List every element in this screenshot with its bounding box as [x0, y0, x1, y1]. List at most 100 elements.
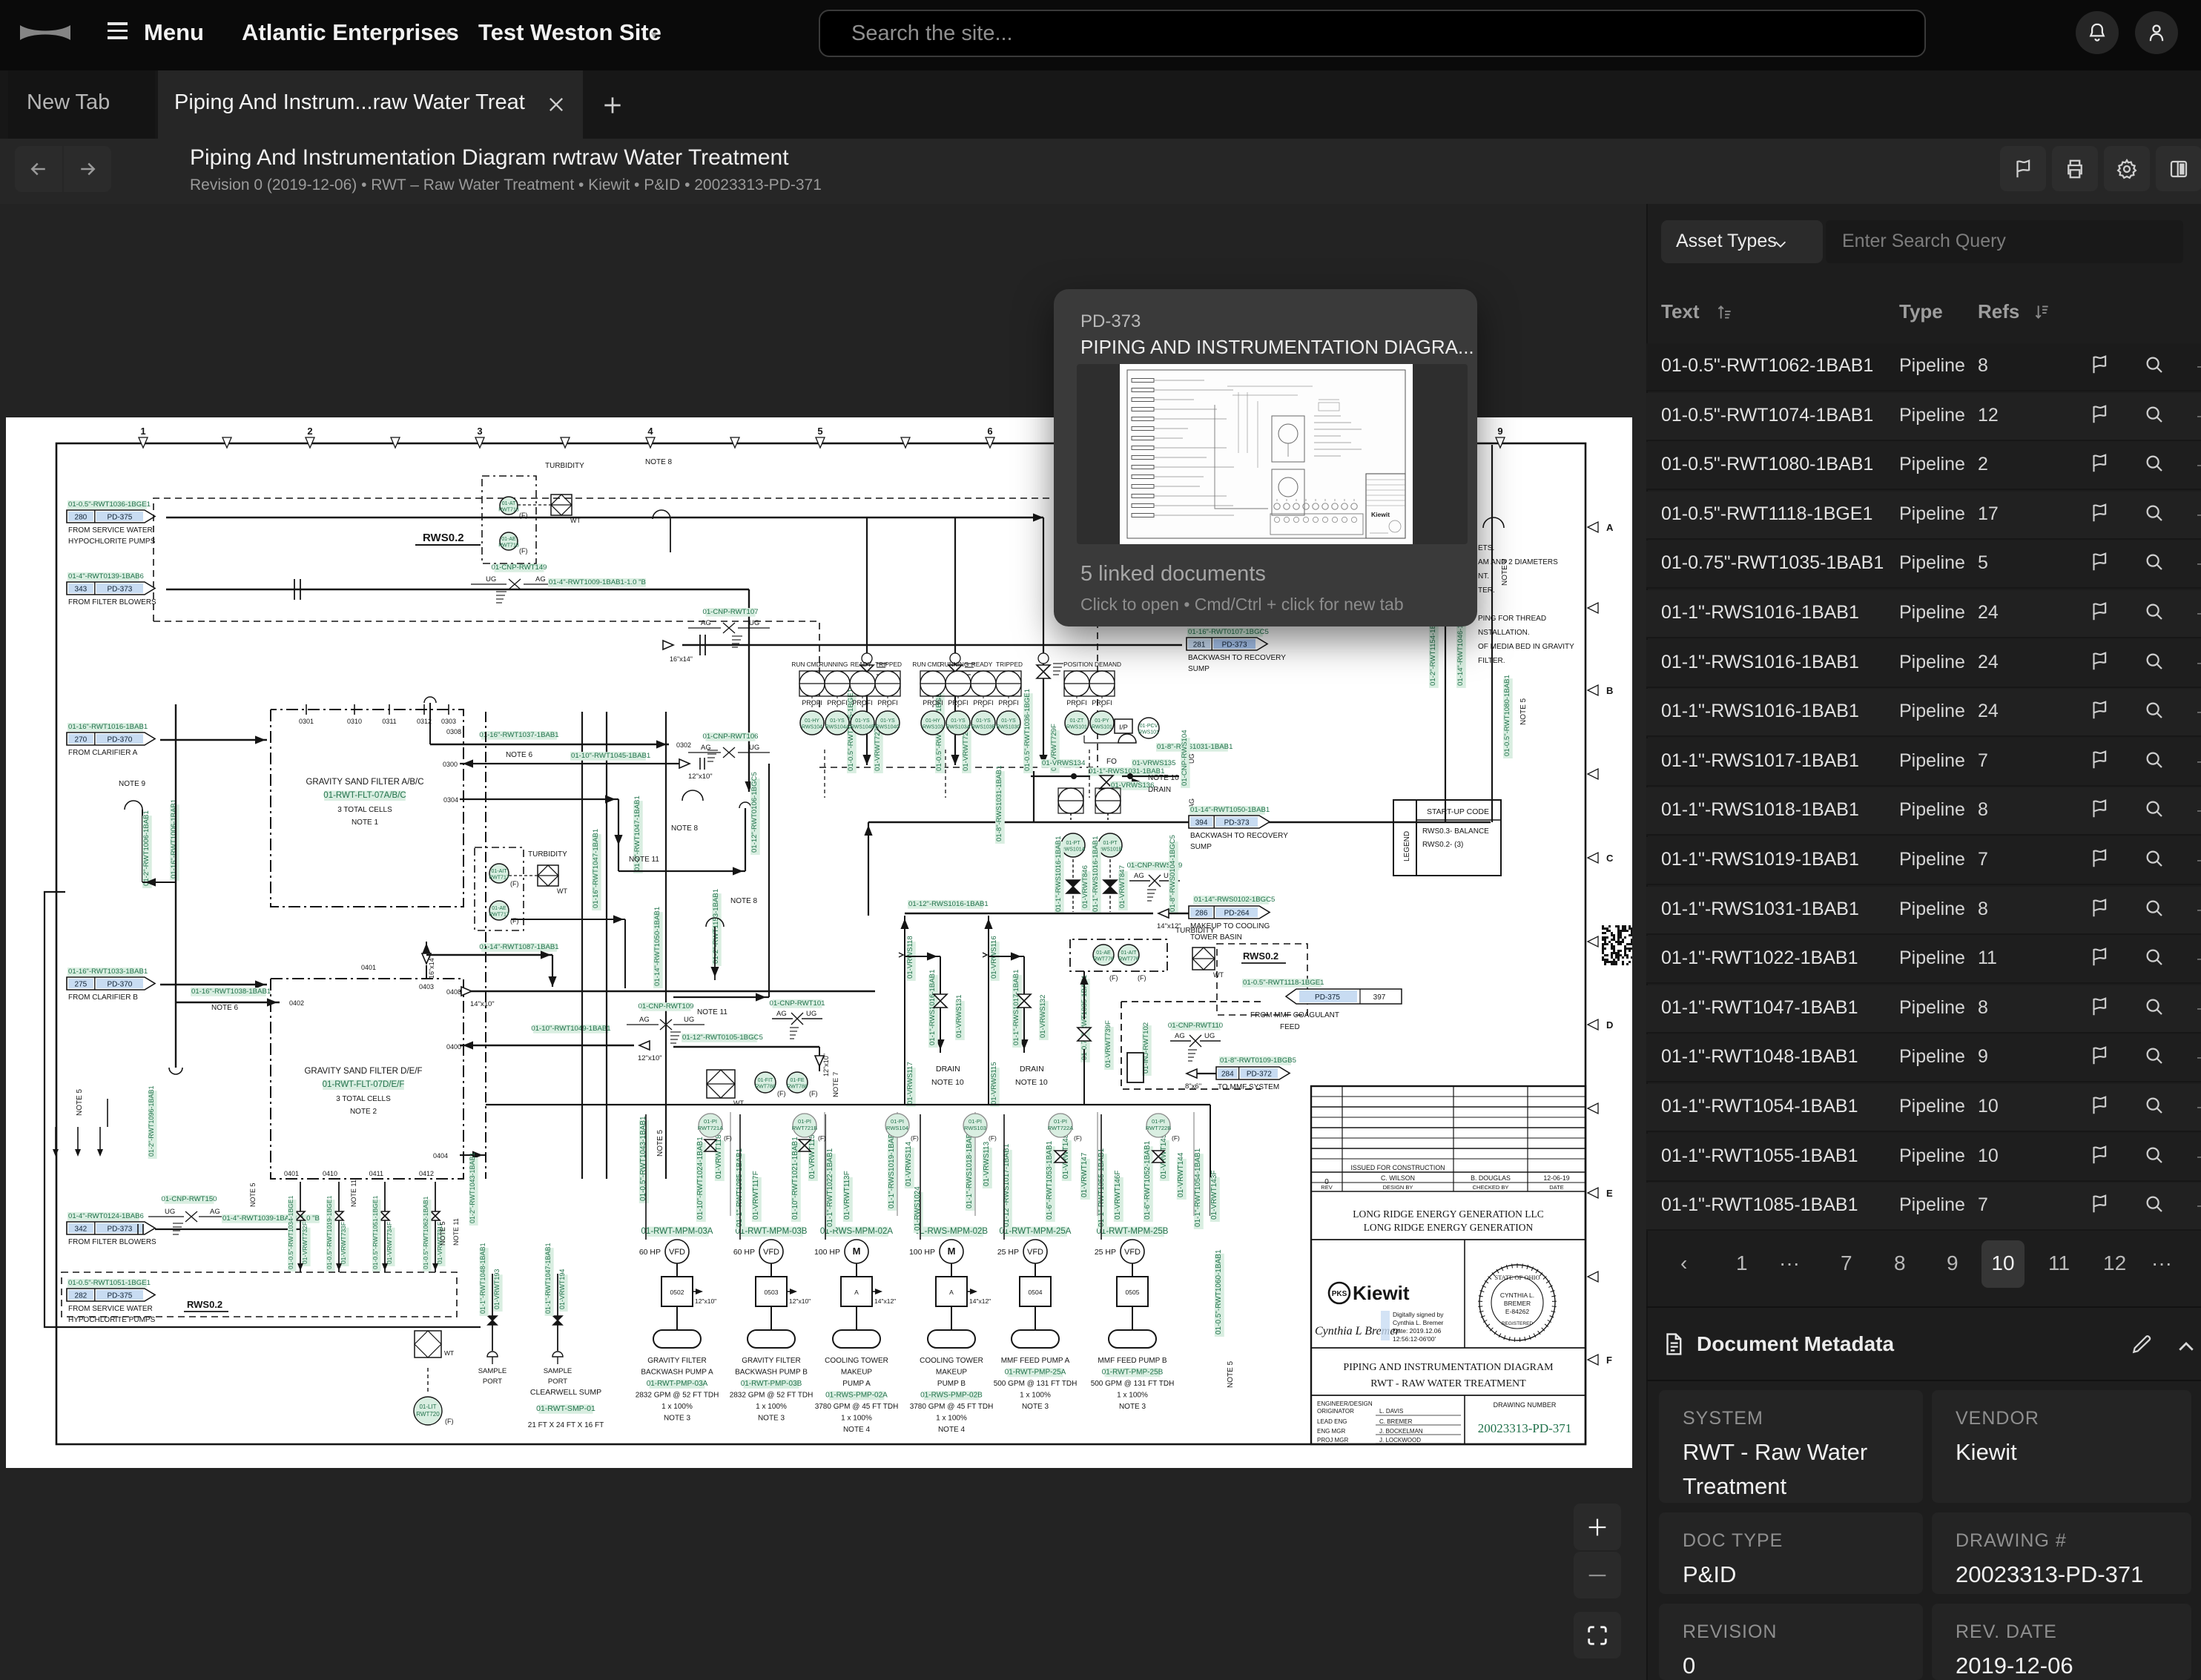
svg-text:1 x 100%: 1 x 100%: [661, 1403, 693, 1411]
svg-text:RWT - RAW WATER TREATMENT: RWT - RAW WATER TREATMENT: [1370, 1378, 1526, 1389]
svg-text:2: 2: [307, 426, 312, 437]
svg-text:RWS103: RWS103: [923, 725, 943, 730]
svg-text:0402: 0402: [289, 999, 304, 1007]
svg-text:01-VRWS114: 01-VRWS114: [905, 1141, 913, 1186]
svg-text:(F): (F): [510, 917, 519, 925]
svg-text:TER.: TER.: [1478, 586, 1495, 595]
svg-text:RWS101: RWS101: [1092, 725, 1112, 730]
svg-text:PD-370: PD-370: [107, 981, 132, 989]
svg-text:LONG RIDGE ENERGY GENERATION L: LONG RIDGE ENERGY GENERATION LLC: [1353, 1208, 1543, 1220]
svg-text:0504: 0504: [1029, 1289, 1043, 1296]
svg-text:RUN CMD: RUN CMD: [912, 661, 941, 668]
svg-text:UG: UG: [486, 575, 496, 583]
svg-text:POSITION: POSITION: [1063, 661, 1093, 668]
svg-text:01-1"-RWS1016-1BAB1: 01-1"-RWS1016-1BAB1: [1055, 836, 1063, 912]
svg-text:DATE: DATE: [1549, 1184, 1563, 1191]
svg-text:J. LOCKWOOD: J. LOCKWOOD: [1379, 1437, 1421, 1443]
svg-text:394: 394: [1195, 819, 1208, 827]
svg-text:01-PI: 01-PI: [798, 1118, 811, 1125]
svg-text:0411: 0411: [369, 1170, 383, 1177]
svg-text:01-RWT-PMP-25B: 01-RWT-PMP-25B: [1102, 1369, 1164, 1377]
svg-text:RWS103A: RWS103A: [946, 725, 971, 730]
svg-text:01-16"-RWT1047-1BAB1: 01-16"-RWT1047-1BAB1: [592, 829, 600, 908]
svg-text:01-4"-RWT0139-1BAB6: 01-4"-RWT0139-1BAB6: [68, 572, 144, 581]
svg-text:RWT776: RWT776: [1118, 957, 1139, 962]
svg-text:PKS: PKS: [1332, 1290, 1347, 1298]
svg-text:01-10"-RWT1021-1BAB1: 01-10"-RWT1021-1BAB1: [791, 1137, 799, 1220]
svg-text:1 x 100%: 1 x 100%: [936, 1415, 967, 1423]
svg-text:01-AIT: 01-AIT: [491, 869, 507, 874]
svg-text:(F): (F): [818, 1134, 826, 1142]
svg-text:21 FT X 24 FT X 16 FT: 21 FT X 24 FT X 16 FT: [528, 1421, 604, 1429]
svg-text:READY: READY: [971, 661, 993, 668]
svg-text:PORT: PORT: [548, 1378, 567, 1386]
svg-text:01-YS: 01-YS: [976, 718, 991, 724]
svg-text:01-VRWS115: 01-VRWS115: [990, 1062, 998, 1105]
svg-text:0410: 0410: [323, 1170, 337, 1177]
svg-text:NOTE 5: NOTE 5: [1519, 698, 1528, 725]
svg-text:01-YS: 01-YS: [830, 718, 845, 724]
svg-text:100 HP: 100 HP: [909, 1248, 935, 1257]
svg-text:ISSUED FOR CONSTRUCTION: ISSUED FOR CONSTRUCTION: [1350, 1164, 1445, 1171]
svg-text:LONG RIDGE ENERGY GENERATION: LONG RIDGE ENERGY GENERATION: [1364, 1222, 1534, 1233]
svg-text:UG: UG: [1188, 754, 1195, 764]
svg-text:12"x10": 12"x10": [638, 1054, 662, 1062]
svg-text:8"x6": 8"x6": [1185, 1082, 1201, 1091]
svg-text:01-0.5"-RWT1118-1BGE1: 01-0.5"-RWT1118-1BGE1: [1243, 979, 1324, 987]
svg-text:60 HP: 60 HP: [639, 1248, 661, 1257]
svg-text:(F): (F): [510, 880, 519, 887]
svg-text:12"x10": 12"x10": [688, 773, 713, 781]
svg-text:343: 343: [75, 586, 88, 594]
svg-text:NOTE 7: NOTE 7: [832, 1072, 840, 1097]
svg-text:FILTER.: FILTER.: [1478, 657, 1505, 665]
svg-text:RUN CMD: RUN CMD: [791, 661, 820, 668]
svg-text:GRAVITY FILTER: GRAVITY FILTER: [742, 1357, 800, 1365]
svg-text:01-8"-RWT0109-1BGB5: 01-8"-RWT0109-1BGB5: [1220, 1056, 1296, 1065]
svg-text:16"x14": 16"x14": [670, 655, 693, 663]
svg-text:01-AT: 01-AT: [502, 501, 516, 506]
svg-text:0301: 0301: [299, 718, 314, 725]
svg-text:25 HP: 25 HP: [1095, 1248, 1116, 1257]
svg-text:RWT722B: RWT722B: [1146, 1125, 1171, 1131]
svg-text:BACKWASH PUMP B: BACKWASH PUMP B: [735, 1369, 808, 1377]
svg-text:01-0.5"-RWT1019-1BGE1: 01-0.5"-RWT1019-1BGE1: [326, 1195, 333, 1269]
svg-text:0404: 0404: [433, 1152, 448, 1160]
svg-text:NOTE 2: NOTE 2: [350, 1108, 377, 1116]
svg-text:CHECKED BY: CHECKED BY: [1473, 1184, 1509, 1191]
svg-text:NOTE 4: NOTE 4: [938, 1426, 966, 1434]
svg-text:3780 GPM @ 45 FT TDH: 3780 GPM @ 45 FT TDH: [815, 1403, 899, 1411]
svg-text:PUMP A: PUMP A: [842, 1380, 871, 1388]
svg-text:MAKEUP: MAKEUP: [936, 1369, 968, 1377]
svg-text:RWS0.2: RWS0.2: [187, 1299, 222, 1310]
svg-text:NOTE 5: NOTE 5: [656, 1129, 664, 1157]
svg-text:500 GPM @ 131 FT TDH: 500 GPM @ 131 FT TDH: [1091, 1380, 1175, 1388]
svg-text:281: 281: [1193, 641, 1206, 649]
svg-text:NOTE 5: NOTE 5: [439, 1221, 446, 1246]
svg-text:LEAD ENG: LEAD ENG: [1317, 1418, 1347, 1425]
svg-text:RUNNING: RUNNING: [940, 661, 969, 668]
svg-text:0401: 0401: [284, 1170, 299, 1177]
svg-text:DRAIN: DRAIN: [1020, 1065, 1044, 1074]
svg-text:01-CNP-RWT149: 01-CNP-RWT149: [492, 563, 547, 572]
svg-text:01-YS: 01-YS: [951, 718, 966, 724]
svg-text:AG: AG: [210, 1208, 220, 1216]
svg-text:CYNTHIA L.: CYNTHIA L.: [1500, 1292, 1534, 1299]
svg-text:01-RWT-FLT-07A/B/C: 01-RWT-FLT-07A/B/C: [323, 791, 406, 800]
svg-text:DRAIN: DRAIN: [936, 1065, 960, 1074]
svg-text:NSTALLATION.: NSTALLATION.: [1478, 629, 1530, 637]
svg-text:PROJ MGR: PROJ MGR: [1317, 1437, 1348, 1443]
svg-text:RWS0.2: RWS0.2: [423, 532, 464, 544]
svg-text:AG: AG: [701, 744, 711, 752]
svg-text:RWT718: RWT718: [498, 508, 519, 513]
svg-text:01-10"-RWT1045-1BAB1: 01-10"-RWT1045-1BAB1: [571, 752, 650, 760]
svg-text:01-RWT-MPM-03A: 01-RWT-MPM-03A: [641, 1227, 713, 1236]
svg-text:AG: AG: [639, 1016, 650, 1024]
svg-text:ORIGINATOR: ORIGINATOR: [1317, 1408, 1354, 1415]
svg-text:01-VRWS131: 01-VRWS131: [955, 995, 963, 1038]
svg-text:01-CNP-RWT106: 01-CNP-RWT106: [703, 732, 759, 741]
svg-text:NOTE 6: NOTE 6: [506, 751, 533, 759]
svg-text:PIPING AND INSTRUMENTATION DIA: PIPING AND INSTRUMENTATION DIAGRAM: [1343, 1362, 1554, 1373]
svg-text:0505: 0505: [1126, 1289, 1140, 1296]
svg-text:NOTE 4: NOTE 4: [843, 1426, 871, 1434]
svg-text:Digitally signed by: Digitally signed by: [1393, 1311, 1444, 1318]
